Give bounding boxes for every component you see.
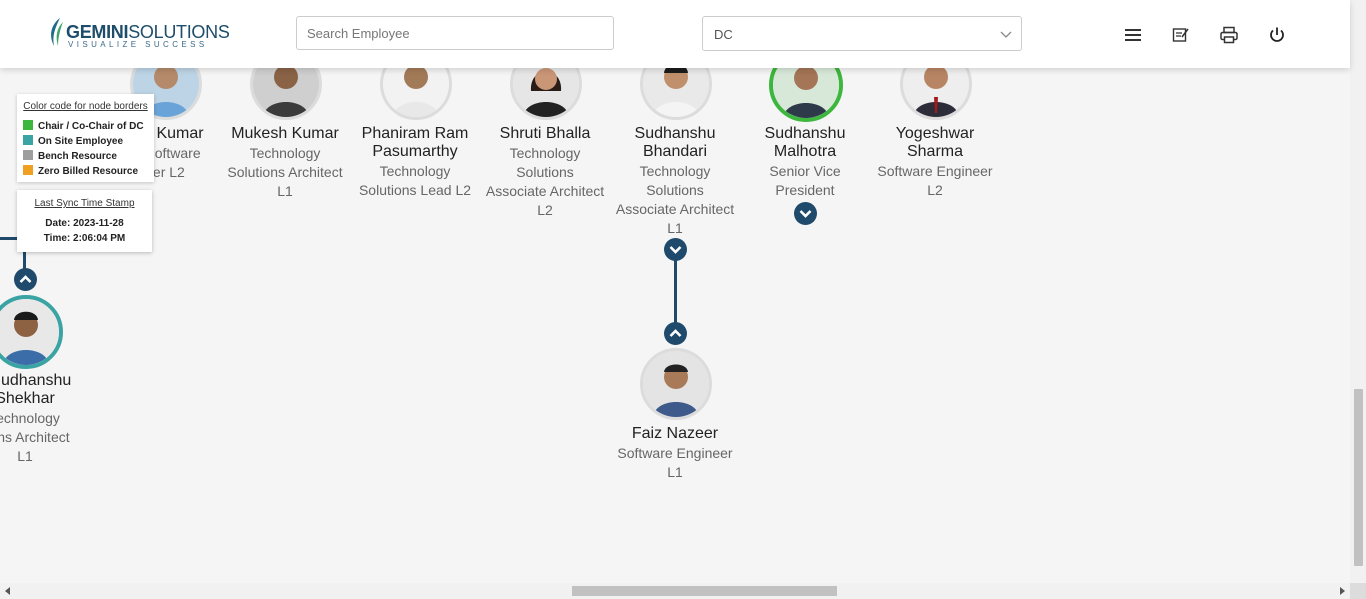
legend-item: Bench Resource [23, 150, 117, 162]
power-icon[interactable] [1267, 25, 1287, 45]
employee-name: Sudhanshu [764, 125, 846, 142]
collapse-toggle-button[interactable] [14, 268, 37, 291]
employee-avatar [250, 68, 322, 120]
menu-icon[interactable] [1123, 25, 1143, 45]
employee-designation: Technology [509, 145, 581, 161]
employee-designation: Solutions [646, 182, 704, 198]
chevron-down-icon [799, 210, 812, 218]
employee-designation: Technology [249, 145, 321, 161]
employee-name: udhanshu [1, 372, 72, 389]
legend-item: On Site Employee [23, 135, 123, 147]
employee-name: Sharma [906, 143, 964, 160]
chevron-down-icon [1000, 31, 1012, 38]
last-sync-panel: Last Sync Time Stamp Date: 2023-11-28 Ti… [17, 190, 152, 252]
border-color-legend: Color code for node borders Chair / Co-C… [17, 94, 154, 182]
print-icon[interactable] [1219, 25, 1239, 45]
employee-avatar [769, 68, 843, 122]
employee-designation: Software Engineer [617, 445, 733, 461]
scroll-right-icon[interactable] [1337, 586, 1347, 596]
legend-title: Color code for node borders [23, 101, 148, 112]
employee-name: Pasumarthy [372, 143, 458, 160]
department-select[interactable]: DC [702, 16, 1022, 51]
employee-designation: President [775, 182, 835, 198]
legend-swatch [23, 150, 33, 160]
collapse-toggle-button[interactable] [664, 322, 687, 345]
employee-designation: Solutions Architect [227, 164, 343, 180]
legend-swatch [23, 135, 33, 145]
employee-designation: Associate Architect [485, 183, 605, 199]
employee-name: Phaniram Ram [361, 125, 469, 142]
department-select-value: DC [714, 27, 733, 42]
employee-name: Sudhanshu [634, 125, 716, 142]
sync-time: Time: 2:06:04 PM [43, 233, 126, 244]
employee-designation: Software Engineer [877, 163, 993, 179]
employee-designation: Technology [639, 163, 711, 179]
leaf-logo-icon [51, 18, 63, 46]
employee-avatar [380, 68, 452, 120]
employee-designation: Solutions Lead L2 [358, 182, 472, 198]
sync-date: Date: 2023-11-28 [45, 218, 124, 229]
employee-name: Faiz Nazeer [631, 425, 719, 442]
employee-name: Mukesh Kumar [231, 125, 339, 142]
top-header: GEMINISOLUTIONS VISUALIZE SUCCESS DC [0, 0, 1350, 68]
employee-designation: L1 [17, 448, 33, 464]
horizontal-scrollbar-thumb[interactable] [572, 586, 837, 596]
chevron-up-icon [19, 275, 32, 283]
gemini-logo[interactable]: GEMINISOLUTIONS VISUALIZE SUCCESS [46, 16, 230, 50]
employee-name: Yogeshwar [895, 125, 975, 142]
employee-designation: L2 [927, 182, 943, 198]
employee-designation: Associate Architect [615, 201, 735, 217]
employee-name: Malhotra [773, 143, 837, 160]
scrollbar-corner [1350, 583, 1366, 599]
employee-designation: echnology [0, 410, 60, 426]
vertical-scrollbar-thumb[interactable] [1354, 389, 1363, 566]
chevron-down-icon [669, 246, 682, 254]
logo-tagline: VISUALIZE SUCCESS [68, 40, 208, 49]
employee-name: Shekhar [0, 390, 55, 407]
sync-title: Last Sync Time Stamp [34, 198, 135, 209]
search-employee-input[interactable] [296, 16, 614, 50]
employee-designation: ions Architect [0, 429, 70, 445]
employee-designation: Solutions [516, 164, 574, 180]
expand-toggle-button[interactable] [664, 238, 687, 261]
employee-designation: Senior Vice [769, 163, 841, 179]
org-chart-canvas[interactable]: Kumar Software eer L2 Mukesh Kumar Techn… [0, 68, 1350, 583]
employee-avatar [0, 295, 63, 369]
employee-avatar [640, 348, 712, 420]
edit-note-icon[interactable] [1171, 25, 1191, 45]
chevron-up-icon [669, 329, 682, 337]
employee-designation: Technology [379, 163, 451, 179]
employee-designation: L1 [667, 464, 683, 480]
employee-avatar [640, 68, 712, 120]
employee-avatar [510, 68, 582, 120]
legend-item: Chair / Co-Chair of DC [23, 120, 144, 132]
horizontal-scrollbar[interactable] [0, 583, 1350, 599]
employee-designation: L2 [537, 202, 553, 218]
vertical-scrollbar[interactable] [1350, 0, 1366, 583]
legend-swatch [23, 120, 33, 130]
expand-toggle-button[interactable] [794, 202, 817, 225]
legend-swatch [23, 165, 33, 175]
employee-name: Bhandari [642, 143, 708, 160]
employee-avatar [900, 68, 972, 120]
employee-designation: L1 [277, 183, 293, 199]
scroll-left-icon[interactable] [3, 586, 13, 596]
employee-designation: L1 [667, 220, 683, 236]
employee-name: Shruti Bhalla [499, 125, 591, 142]
legend-item: Zero Billed Resource [23, 165, 138, 177]
